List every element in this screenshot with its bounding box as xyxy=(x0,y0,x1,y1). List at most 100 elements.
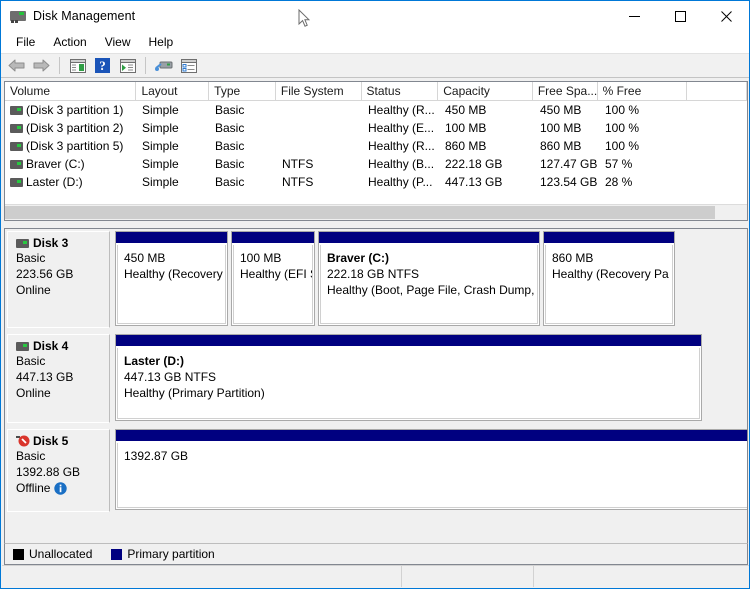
partition-line: 1392.87 GB xyxy=(124,449,189,463)
volume-cell: (Disk 3 partition 1) xyxy=(5,101,137,119)
percent-free-cell: 57 % xyxy=(605,157,633,171)
volume-cell: Braver (C:) xyxy=(5,155,137,173)
scrollbar-thumb[interactable] xyxy=(5,206,715,219)
title-bar[interactable]: Disk Management xyxy=(1,1,749,31)
legend-label: Primary partition xyxy=(127,547,215,561)
status-cell: Healthy (R... xyxy=(368,103,435,117)
partition-color-bar xyxy=(116,430,747,442)
window-controls xyxy=(611,1,749,31)
layout-cell: Simple xyxy=(142,157,179,171)
disk-type: Basic xyxy=(16,354,46,368)
disk-state: Online xyxy=(16,282,109,298)
close-button[interactable] xyxy=(703,1,749,31)
disk-size: 1392.88 GB xyxy=(16,465,81,479)
type-cell: Basic xyxy=(215,157,245,171)
volume-label: (Disk 3 partition 2) xyxy=(26,121,124,135)
menu-help[interactable]: Help xyxy=(140,32,183,52)
disk-name: Disk 3 xyxy=(33,236,69,250)
volume-drive-icon xyxy=(10,105,23,115)
free-space-cell: 450 MB xyxy=(540,103,582,117)
table-row[interactable]: Laster (D:) Simple Basic NTFS Healthy (P... 4… xyxy=(5,173,747,191)
partition-color-bar xyxy=(116,232,227,244)
minimize-button[interactable] xyxy=(611,1,657,31)
capacity-cell: 100 MB xyxy=(445,121,487,135)
menu-action[interactable]: Action xyxy=(44,32,95,52)
disk-name: Disk 5 xyxy=(33,434,69,448)
disk-error-icon xyxy=(16,435,30,447)
volume-drive-icon xyxy=(10,177,23,187)
partition-details: 1392.87 GB xyxy=(117,443,747,508)
help-icon[interactable]: ? xyxy=(91,55,114,76)
info-icon[interactable] xyxy=(54,481,68,495)
rescan-disks-icon[interactable] xyxy=(152,55,175,76)
show-hide-console-tree-icon[interactable] xyxy=(66,55,89,76)
column-header-status[interactable]: Status xyxy=(362,82,439,101)
disk-state-label: Offline xyxy=(16,481,51,495)
partition-line: Healthy (Boot, Page File, Crash Dump, Pr xyxy=(327,283,538,297)
disk-row-disk-4: Disk 4 Basic 447.13 GB Online Laster (D:) 447… xyxy=(5,332,747,427)
show-hide-action-pane-icon[interactable] xyxy=(116,55,139,76)
capacity-cell: 222.18 GB xyxy=(445,157,503,171)
volume-cell: (Disk 3 partition 5) xyxy=(5,137,137,155)
disk-title: Disk 3 xyxy=(16,236,109,250)
disk-state-label: Online xyxy=(16,386,51,400)
disk-info-panel[interactable]: Disk 3 Basic 223.56 GB Online xyxy=(7,231,110,328)
column-header-blank[interactable] xyxy=(687,82,747,101)
partition-color-bar xyxy=(319,232,539,244)
free-space-cell: 127.47 GB xyxy=(540,157,598,171)
file-system-cell: NTFS xyxy=(282,175,314,189)
partition-details: 860 MB Healthy (Recovery Pa xyxy=(545,245,673,324)
partition-color-bar xyxy=(232,232,314,244)
partition-line: 860 MB xyxy=(552,251,594,265)
forward-icon[interactable] xyxy=(30,55,53,76)
partition-block[interactable]: 100 MB Healthy (EFI S xyxy=(231,231,315,326)
partition-block[interactable]: Laster (D:) 447.13 GB NTFS Healthy (Primar… xyxy=(115,334,702,421)
column-header-file-system[interactable]: File System xyxy=(276,82,362,101)
legend-item: Unallocated xyxy=(13,547,92,561)
menu-file[interactable]: File xyxy=(7,32,44,52)
properties-icon[interactable] xyxy=(177,55,200,76)
capacity-cell: 860 MB xyxy=(445,139,487,153)
disk-info-panel[interactable]: Disk 4 Basic 447.13 GB Online xyxy=(7,334,110,423)
column-header-volume[interactable]: Volume xyxy=(5,82,137,101)
partition-color-bar xyxy=(544,232,674,244)
table-row[interactable]: (Disk 3 partition 1) Simple Basic Healthy (… xyxy=(5,101,747,119)
partition-block[interactable]: 450 MB Healthy (Recovery xyxy=(115,231,228,326)
column-header-capacity[interactable]: Capacity xyxy=(438,82,533,101)
volume-list-header: Volume Layout Type File System Status Capacit… xyxy=(5,82,747,101)
volume-drive-icon xyxy=(10,141,23,151)
toolbar: ? xyxy=(1,53,749,78)
table-row[interactable]: Braver (C:) Simple Basic NTFS Healthy (B... 2… xyxy=(5,155,747,173)
disk-title: Disk 4 xyxy=(16,339,109,353)
layout-cell: Simple xyxy=(142,175,179,189)
status-cell: Healthy (B... xyxy=(368,157,435,171)
partition-strip: Laster (D:) 447.13 GB NTFS Healthy (Primar… xyxy=(115,334,702,421)
percent-free-cell: 100 % xyxy=(605,121,640,135)
menu-view[interactable]: View xyxy=(96,32,140,52)
partition-line: Laster (D:) xyxy=(124,354,185,368)
partition-line: Healthy (EFI S xyxy=(240,267,313,281)
file-system-cell: NTFS xyxy=(282,157,314,171)
svg-text:?: ? xyxy=(99,58,106,73)
percent-free-cell: 100 % xyxy=(605,103,640,117)
percent-free-cell: 28 % xyxy=(605,175,633,189)
column-header-free-spa[interactable]: Free Spa... xyxy=(533,82,598,101)
window-title: Disk Management xyxy=(33,9,136,23)
volume-label: (Disk 3 partition 1) xyxy=(26,103,124,117)
partition-details: Laster (D:) 447.13 GB NTFS Healthy (Primar… xyxy=(117,348,700,419)
column-header--free[interactable]: % Free xyxy=(598,82,688,101)
disk-info-panel[interactable]: Disk 5 Basic 1392.88 GB Offline xyxy=(7,429,110,512)
table-row[interactable]: (Disk 3 partition 2) Simple Basic Healthy (… xyxy=(5,119,747,137)
column-header-type[interactable]: Type xyxy=(209,82,276,101)
partition-block[interactable]: 860 MB Healthy (Recovery Pa xyxy=(543,231,675,326)
partition-details: 450 MB Healthy (Recovery xyxy=(117,245,226,324)
layout-cell: Simple xyxy=(142,139,179,153)
back-icon[interactable] xyxy=(5,55,28,76)
maximize-button[interactable] xyxy=(657,1,703,31)
table-row[interactable]: (Disk 3 partition 5) Simple Basic Healthy (… xyxy=(5,137,747,155)
partition-block[interactable]: 1392.87 GB xyxy=(115,429,747,510)
partition-block[interactable]: Braver (C:) 222.18 GB NTFS Healthy (Boot, … xyxy=(318,231,540,326)
volume-list-horizontal-scrollbar[interactable] xyxy=(5,204,747,220)
volume-label: Braver (C:) xyxy=(26,157,85,171)
column-header-layout[interactable]: Layout xyxy=(136,82,210,101)
